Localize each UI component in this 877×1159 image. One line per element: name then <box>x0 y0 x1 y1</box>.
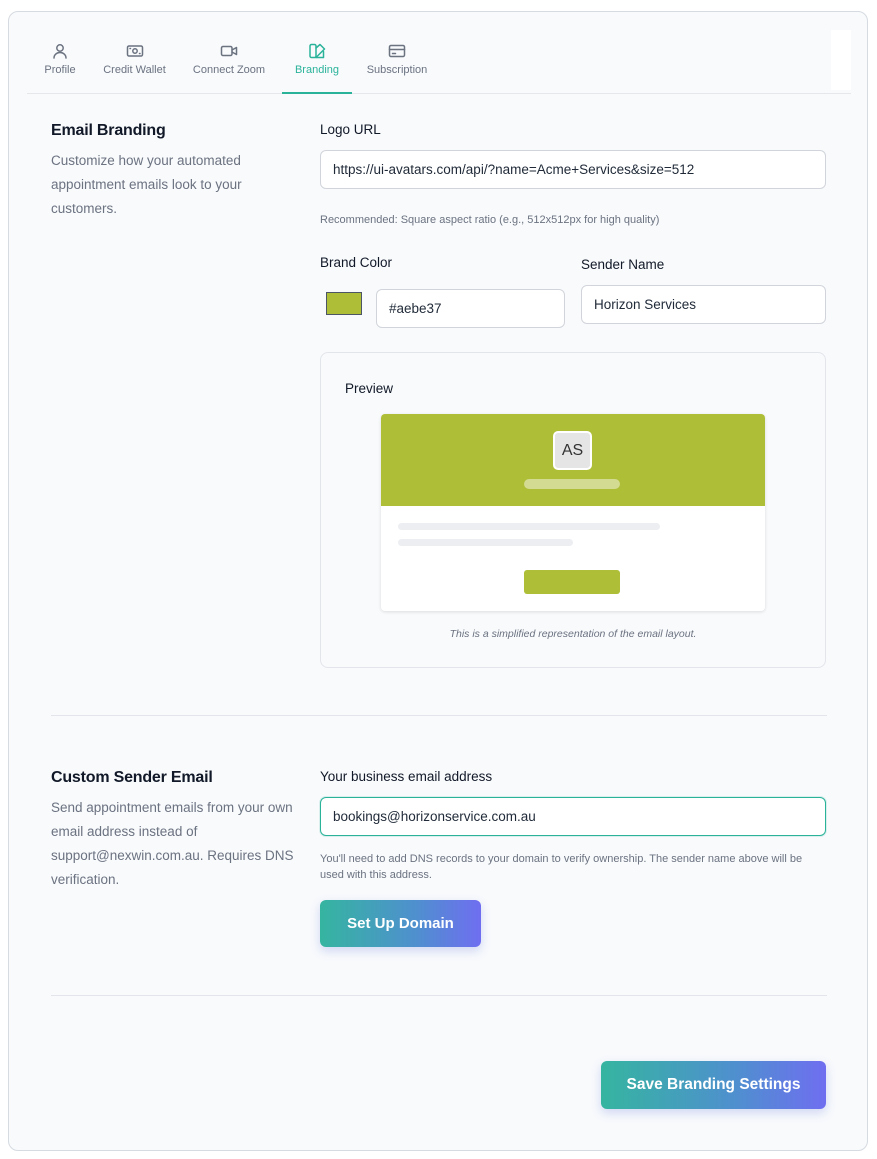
brand-color-input[interactable]: #aebe37 <box>376 289 565 328</box>
settings-tabs: Profile Credit Wallet Connect Zoom Brand… <box>27 34 851 94</box>
email-mock-text-line <box>398 523 660 530</box>
email-preview-panel: Preview AS This is a simplified represen… <box>320 352 826 668</box>
tab-label: Credit Wallet <box>103 64 166 76</box>
sender-name-input[interactable]: Horizon Services <box>581 285 826 324</box>
email-mock-text-line <box>398 539 573 546</box>
business-email-input[interactable]: bookings@horizonservice.com.au <box>320 797 826 836</box>
business-email-hint: You'll need to add DNS records to your d… <box>320 853 803 881</box>
preview-title: Preview <box>345 381 394 396</box>
email-mock-button <box>524 570 620 594</box>
tab-label: Subscription <box>366 64 428 76</box>
wallet-icon <box>126 45 143 57</box>
sender-name-label: Sender Name <box>581 257 665 272</box>
logo-url-hint: Recommended: Square aspect ratio (e.g., … <box>320 214 660 226</box>
email-branding-title: Email Branding <box>51 122 166 139</box>
card-icon <box>388 44 406 58</box>
tabs-scroll-fade <box>831 30 851 90</box>
settings-card: Profile Credit Wallet Connect Zoom Brand… <box>8 11 868 1151</box>
video-icon <box>220 45 238 57</box>
tab-connect-zoom[interactable]: Connect Zoom <box>189 34 269 94</box>
business-email-label: Your business email address <box>320 769 493 784</box>
tab-subscription[interactable]: Subscription <box>361 34 433 94</box>
section-divider <box>51 995 827 996</box>
tab-label: Connect Zoom <box>192 64 266 76</box>
brand-color-label: Brand Color <box>320 255 393 270</box>
email-mock: AS <box>381 414 765 611</box>
set-up-domain-button[interactable]: Set Up Domain <box>320 900 481 947</box>
brand-color-picker[interactable] <box>326 292 362 315</box>
tab-label: Profile <box>44 64 76 76</box>
tab-branding[interactable]: Branding <box>282 34 352 94</box>
tab-label: Branding <box>294 64 340 76</box>
email-mock-title-placeholder <box>524 479 620 489</box>
logo-url-label: Logo URL <box>320 122 381 137</box>
email-branding-description: Customize how your automated appointment… <box>51 153 242 216</box>
custom-sender-description: Send appointment emails from your own em… <box>51 800 294 887</box>
user-icon <box>53 44 67 59</box>
section-divider <box>51 715 827 716</box>
logo-avatar: AS <box>553 431 592 470</box>
preview-caption: This is a simplified representation of t… <box>449 628 697 640</box>
tab-profile[interactable]: Profile <box>35 34 85 94</box>
save-branding-button[interactable]: Save Branding Settings <box>601 1061 826 1109</box>
custom-sender-title: Custom Sender Email <box>51 769 213 786</box>
palette-icon <box>309 43 326 59</box>
tab-credit-wallet[interactable]: Credit Wallet <box>97 34 172 94</box>
logo-url-input[interactable]: https://ui-avatars.com/api/?name=Acme+Se… <box>320 150 826 189</box>
